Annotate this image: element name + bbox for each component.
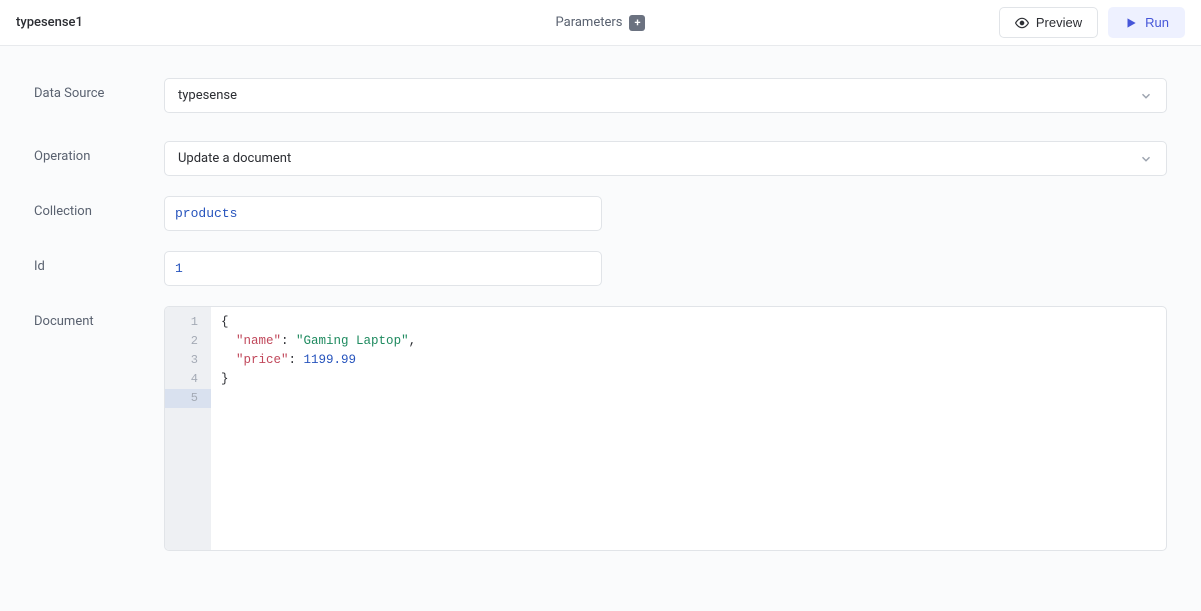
row-data-source: Data Source typesense	[34, 78, 1167, 113]
line-number: 4	[165, 370, 211, 389]
code-area[interactable]: { "name": "Gaming Laptop", "price": 1199…	[211, 307, 1166, 550]
preview-button[interactable]: Preview	[999, 7, 1098, 38]
label-id: Id	[34, 251, 164, 274]
collection-input[interactable]	[164, 196, 602, 231]
row-id: Id	[34, 251, 1167, 286]
document-editor[interactable]: 1 2 3 4 5 { "name": "Gaming Laptop", "pr…	[164, 306, 1167, 551]
code-token: "Gaming Laptop"	[296, 334, 409, 348]
form-content: Data Source typesense Operation Update a…	[0, 46, 1201, 611]
play-icon	[1124, 16, 1138, 30]
parameters-label: Parameters	[556, 15, 623, 30]
run-label: Run	[1145, 15, 1169, 30]
code-token: {	[221, 315, 229, 329]
header-bar: typesense1 Parameters + Preview Run	[0, 0, 1201, 46]
row-document: Document 1 2 3 4 5 { "name": "Gaming Lap…	[34, 306, 1167, 551]
label-data-source: Data Source	[34, 78, 164, 101]
run-button[interactable]: Run	[1108, 7, 1185, 38]
line-gutter: 1 2 3 4 5	[165, 307, 211, 550]
code-token: "price"	[236, 353, 289, 367]
eye-icon	[1015, 16, 1029, 30]
operation-value: Update a document	[178, 151, 291, 166]
line-number: 2	[165, 332, 211, 351]
row-operation: Operation Update a document	[34, 141, 1167, 176]
label-collection: Collection	[34, 196, 164, 219]
code-token: "name"	[236, 334, 281, 348]
resource-title: typesense1	[16, 15, 83, 30]
label-operation: Operation	[34, 141, 164, 164]
code-token: 1199.99	[304, 353, 357, 367]
line-number: 3	[165, 351, 211, 370]
id-input[interactable]	[164, 251, 602, 286]
preview-label: Preview	[1036, 15, 1082, 30]
data-source-select[interactable]: typesense	[164, 78, 1167, 113]
parameters-section[interactable]: Parameters +	[556, 15, 646, 31]
code-token: }	[221, 372, 229, 386]
plus-icon[interactable]: +	[629, 15, 645, 31]
data-source-value: typesense	[178, 88, 237, 103]
chevron-down-icon	[1139, 89, 1153, 103]
label-document: Document	[34, 306, 164, 329]
line-number: 1	[165, 313, 211, 332]
chevron-down-icon	[1139, 152, 1153, 166]
header-actions: Preview Run	[999, 7, 1185, 38]
row-collection: Collection	[34, 196, 1167, 231]
line-number: 5	[165, 389, 211, 408]
code-token: ,	[409, 334, 417, 348]
code-token: :	[281, 334, 296, 348]
code-token: :	[289, 353, 304, 367]
operation-select[interactable]: Update a document	[164, 141, 1167, 176]
